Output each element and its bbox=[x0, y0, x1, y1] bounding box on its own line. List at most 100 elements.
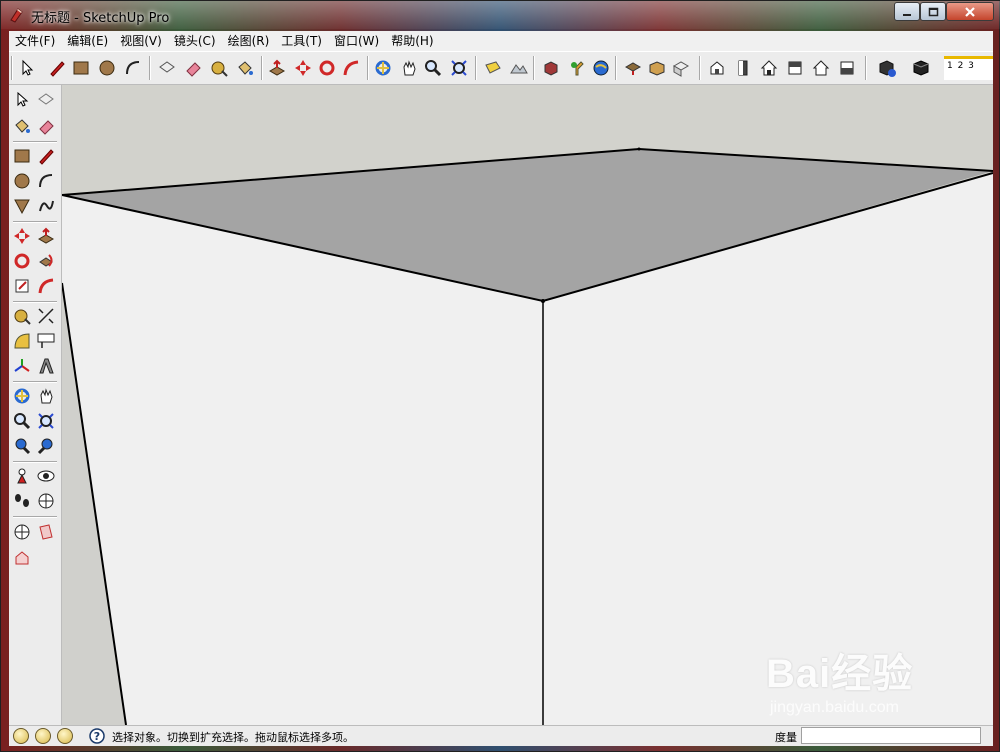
minimize-button[interactable] bbox=[894, 2, 920, 21]
lt-circle-button[interactable] bbox=[11, 170, 33, 192]
arc-icon bbox=[126, 61, 140, 75]
lt-rectangle-button[interactable] bbox=[11, 145, 33, 167]
lt-pan-button[interactable] bbox=[35, 385, 57, 407]
lt-walk-button[interactable] bbox=[11, 490, 33, 512]
tb-add-location-button[interactable] bbox=[481, 56, 505, 80]
tb-rectangle-button[interactable] bbox=[69, 56, 93, 80]
help-icon[interactable]: ? bbox=[89, 728, 105, 744]
client-area: 文件(F) 编辑(E) 视图(V) 镜头(C) 绘图(R) 工具(T) 窗口(W… bbox=[9, 31, 993, 746]
tb-share-model-button[interactable] bbox=[621, 56, 645, 80]
close-button[interactable] bbox=[946, 2, 994, 21]
lt-paint-bucket-button[interactable] bbox=[11, 115, 33, 137]
tb-paint-bucket-button[interactable] bbox=[233, 56, 257, 80]
menu-tools[interactable]: 工具(T) bbox=[275, 31, 328, 51]
toggle-terrain-icon bbox=[510, 64, 528, 74]
lt-axes-button[interactable] bbox=[11, 355, 33, 377]
menu-view[interactable]: 视图(V) bbox=[114, 31, 168, 51]
tb-push-pull-button[interactable] bbox=[265, 56, 289, 80]
left-toolbar-separator bbox=[13, 381, 57, 383]
tb-orbit-button[interactable] bbox=[371, 56, 395, 80]
tb-iso-view-button[interactable] bbox=[705, 56, 729, 80]
lt-freehand-button[interactable] bbox=[35, 195, 57, 217]
geo-location-icon[interactable] bbox=[13, 728, 29, 744]
lt-display-section-button[interactable] bbox=[11, 521, 33, 543]
lt-follow-me-button[interactable] bbox=[35, 250, 57, 272]
tb-make-component-button[interactable] bbox=[155, 56, 179, 80]
tb-right-view-button[interactable] bbox=[783, 56, 807, 80]
lt-scale-button[interactable] bbox=[11, 275, 33, 297]
measurements-input[interactable] bbox=[801, 727, 981, 744]
lt-tape-measure-button[interactable] bbox=[11, 305, 33, 327]
preview-in-earth-icon bbox=[593, 60, 609, 76]
menu-draw[interactable]: 绘图(R) bbox=[222, 31, 276, 51]
tb-zoom-extents-button[interactable] bbox=[447, 56, 471, 80]
tb-move-button[interactable] bbox=[291, 56, 315, 80]
tb-share-component-button[interactable] bbox=[645, 56, 669, 80]
scene-tabs[interactable]: 1 2 3 bbox=[944, 56, 993, 80]
tb-front-view-button[interactable] bbox=[731, 56, 755, 80]
add-location-icon bbox=[485, 61, 501, 74]
lt-arc-button[interactable] bbox=[35, 170, 57, 192]
lt-text-button[interactable] bbox=[35, 330, 57, 352]
lt-protractor-button[interactable] bbox=[11, 330, 33, 352]
status-bar: ? 选择对象。切换到扩充选择。拖动鼠标选择多项。 度量 bbox=[9, 725, 993, 746]
lt-make-component-button[interactable] bbox=[35, 89, 57, 111]
tb-pan-button[interactable] bbox=[397, 56, 421, 80]
lt-3d-text-button[interactable] bbox=[35, 355, 57, 377]
tb-top-view-button[interactable] bbox=[757, 56, 781, 80]
tb-solid-tools-button[interactable] bbox=[909, 56, 933, 80]
menu-camera[interactable]: 镜头(C) bbox=[168, 31, 222, 51]
title-bar[interactable]: 无标题 - SketchUp Pro bbox=[1, 1, 1000, 29]
tb-tape-measure-button[interactable] bbox=[207, 56, 231, 80]
tb-preview-in-earth-button[interactable] bbox=[589, 56, 613, 80]
lt-rotate-button[interactable] bbox=[11, 250, 33, 272]
tb-pencil-button[interactable] bbox=[45, 56, 69, 80]
lt-section-cuts-button[interactable] bbox=[35, 521, 57, 543]
lt-polygon-button[interactable] bbox=[11, 195, 33, 217]
lt-select-button[interactable] bbox=[11, 89, 33, 111]
tb-circle-button[interactable] bbox=[95, 56, 119, 80]
tb-get-photo-texture-button[interactable] bbox=[565, 56, 589, 80]
menu-edit[interactable]: 编辑(E) bbox=[61, 31, 114, 51]
tb-select-button[interactable] bbox=[15, 56, 39, 80]
user-icon[interactable] bbox=[57, 728, 73, 744]
lt-zoom-button[interactable] bbox=[11, 410, 33, 432]
tb-get-models-3dw-button[interactable] bbox=[669, 56, 693, 80]
menu-file[interactable]: 文件(F) bbox=[9, 31, 61, 51]
tb-back-view-button[interactable] bbox=[809, 56, 833, 80]
lt-previous-view-button[interactable] bbox=[11, 435, 33, 457]
lt-dimension-button[interactable] bbox=[35, 305, 57, 327]
tb-follow-me-button[interactable] bbox=[339, 56, 363, 80]
lt-orbit-button[interactable] bbox=[11, 385, 33, 407]
credits-icon[interactable] bbox=[35, 728, 51, 744]
tb-rotate-button[interactable] bbox=[315, 56, 339, 80]
lt-next-view-button[interactable] bbox=[35, 435, 57, 457]
lt-sandbox-button[interactable] bbox=[11, 547, 33, 569]
lt-look-around-button[interactable] bbox=[35, 465, 57, 487]
toolbar-grip[interactable] bbox=[11, 56, 13, 80]
lt-zoom-window-button[interactable] bbox=[35, 410, 57, 432]
tb-eraser-button[interactable] bbox=[181, 56, 205, 80]
lt-line-button[interactable] bbox=[35, 145, 57, 167]
arc-icon bbox=[39, 174, 53, 188]
tb-components-button[interactable] bbox=[875, 56, 899, 80]
lt-offset-button[interactable] bbox=[35, 275, 57, 297]
tb-toggle-terrain-button[interactable] bbox=[507, 56, 531, 80]
menu-window[interactable]: 窗口(W) bbox=[328, 31, 385, 51]
modeling-viewport[interactable] bbox=[62, 85, 993, 725]
zoom-icon bbox=[14, 413, 31, 430]
large-tool-set bbox=[9, 85, 62, 725]
tb-zoom-button[interactable] bbox=[421, 56, 445, 80]
lt-eraser-button[interactable] bbox=[35, 115, 57, 137]
lt-push-pull-button[interactable] bbox=[35, 225, 57, 247]
lt-move-button[interactable] bbox=[11, 225, 33, 247]
menu-help[interactable]: 帮助(H) bbox=[385, 31, 439, 51]
maximize-button[interactable] bbox=[920, 2, 946, 21]
tb-get-models-button[interactable] bbox=[539, 56, 563, 80]
tb-arc-button[interactable] bbox=[121, 56, 145, 80]
toolbar-separator bbox=[699, 56, 701, 80]
tb-left-view-button[interactable] bbox=[835, 56, 859, 80]
lt-section-plane-button[interactable] bbox=[35, 490, 57, 512]
lt-position-camera-button[interactable] bbox=[11, 465, 33, 487]
move-icon bbox=[295, 60, 311, 76]
